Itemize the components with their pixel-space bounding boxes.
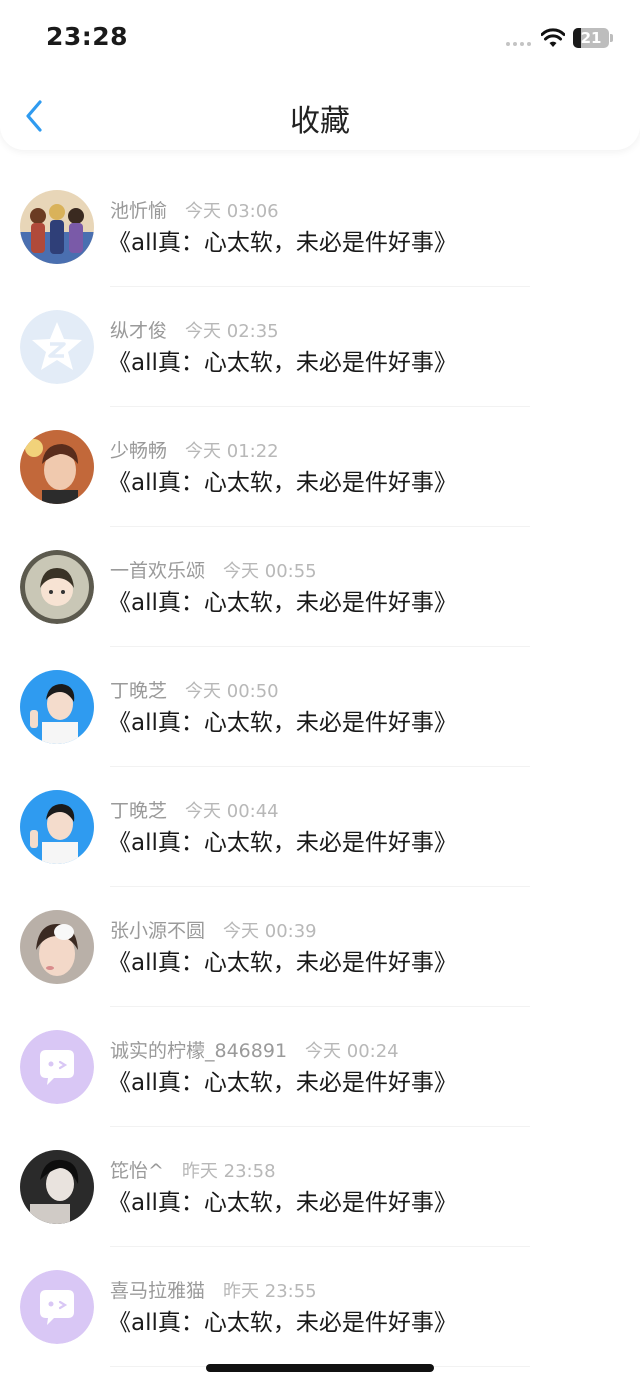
timestamp: 今天 00:50 (185, 681, 279, 702)
battery-icon: 21 (573, 28, 609, 48)
timestamp: 今天 02:35 (185, 321, 279, 342)
battery-tip (610, 34, 613, 42)
item-meta: 笓怡^ 昨天 23:58 (110, 1157, 276, 1185)
timestamp: 今天 01:22 (185, 441, 279, 462)
avatar[interactable] (20, 910, 94, 984)
list-item[interactable]: 诚实的柠檬_846891 今天 00:24 《all真：心太软，未必是件好事》 (0, 990, 640, 1127)
item-meta: 纵才俊 今天 02:35 (110, 317, 279, 345)
page-title: 收藏 (290, 104, 350, 139)
photo-avatar (20, 190, 94, 264)
user-name[interactable]: 诚实的柠檬_846891 (110, 1040, 287, 1062)
avatar[interactable] (20, 790, 94, 864)
user-name[interactable]: 一首欢乐颂 (110, 560, 205, 582)
timestamp: 今天 00:44 (185, 801, 279, 822)
list-item[interactable]: 丁晚芝 今天 00:44 《all真：心太软，未必是件好事》 (0, 750, 640, 887)
item-meta: 少畅畅 今天 01:22 (110, 437, 279, 465)
user-name[interactable]: 笓怡^ (110, 1160, 164, 1182)
favorite-title[interactable]: 《all真：心太软，未必是件好事》 (108, 707, 457, 739)
favorite-title[interactable]: 《all真：心太软，未必是件好事》 (108, 1187, 457, 1219)
user-name[interactable]: 丁晚芝 (110, 800, 167, 822)
list-item[interactable]: 笓怡^ 昨天 23:58 《all真：心太软，未必是件好事》 (0, 1110, 640, 1247)
favorite-title[interactable]: 《all真：心太软，未必是件好事》 (108, 827, 457, 859)
app-header: 23:28 21 收藏 (0, 0, 640, 150)
favorite-title[interactable]: 《all真：心太软，未必是件好事》 (108, 347, 457, 379)
list-item[interactable]: 一首欢乐颂 今天 00:55 《all真：心太软，未必是件好事》 (0, 510, 640, 647)
photo-avatar (20, 1150, 94, 1224)
home-indicator[interactable] (206, 1364, 434, 1372)
user-name[interactable]: 池忻愉 (110, 200, 167, 222)
item-meta: 一首欢乐颂 今天 00:55 (110, 557, 317, 585)
timestamp: 今天 00:55 (223, 561, 317, 582)
avatar[interactable] (20, 670, 94, 744)
item-meta: 丁晚芝 今天 00:44 (110, 797, 279, 825)
timestamp: 今天 00:39 (223, 921, 317, 942)
avatar[interactable] (20, 1030, 94, 1104)
default-avatar-icon (20, 1030, 94, 1104)
photo-avatar (20, 910, 94, 984)
photo-avatar (20, 430, 94, 504)
status-time: 23:28 (46, 22, 129, 51)
default-avatar-icon (20, 310, 94, 384)
avatar[interactable] (20, 550, 94, 624)
favorite-title[interactable]: 《all真：心太软，未必是件好事》 (108, 467, 457, 499)
list-item[interactable]: 丁晚芝 今天 00:50 《all真：心太软，未必是件好事》 (0, 630, 640, 767)
avatar[interactable] (20, 1270, 94, 1344)
wifi-icon (541, 28, 565, 47)
list-item[interactable]: 喜马拉雅猫 昨天 23:55 《all真：心太软，未必是件好事》 (0, 1230, 640, 1367)
user-name[interactable]: 少畅畅 (110, 440, 167, 462)
item-meta: 池忻愉 今天 03:06 (110, 197, 279, 225)
avatar[interactable] (20, 310, 94, 384)
avatar[interactable] (20, 430, 94, 504)
favorite-title[interactable]: 《all真：心太软，未必是件好事》 (108, 227, 457, 259)
battery-level: 21 (580, 29, 602, 47)
list-item[interactable]: 少畅畅 今天 01:22 《all真：心太软，未必是件好事》 (0, 390, 640, 527)
list-item[interactable]: 纵才俊 今天 02:35 《all真：心太软，未必是件好事》 (0, 270, 640, 407)
avatar[interactable] (20, 190, 94, 264)
favorite-title[interactable]: 《all真：心太软，未必是件好事》 (108, 1307, 457, 1339)
item-meta: 丁晚芝 今天 00:50 (110, 677, 279, 705)
timestamp: 今天 03:06 (185, 201, 279, 222)
user-name[interactable]: 纵才俊 (110, 320, 167, 342)
item-meta: 诚实的柠檬_846891 今天 00:24 (110, 1037, 399, 1065)
cartoon-avatar (20, 550, 94, 624)
timestamp: 今天 00:24 (305, 1041, 399, 1062)
item-meta: 喜马拉雅猫 昨天 23:55 (110, 1277, 317, 1305)
user-name[interactable]: 喜马拉雅猫 (110, 1280, 205, 1302)
favorite-title[interactable]: 《all真：心太软，未必是件好事》 (108, 1067, 457, 1099)
favorite-title[interactable]: 《all真：心太软，未必是件好事》 (108, 947, 457, 979)
favorite-title[interactable]: 《all真：心太软，未必是件好事》 (108, 587, 457, 619)
photo-avatar (20, 790, 94, 864)
user-name[interactable]: 丁晚芝 (110, 680, 167, 702)
avatar[interactable] (20, 1150, 94, 1224)
signal-icon (506, 42, 531, 46)
default-avatar-icon (20, 1270, 94, 1344)
item-meta: 张小源不圆 今天 00:39 (110, 917, 317, 945)
list-item[interactable]: 池忻愉 今天 03:06 《all真：心太软，未必是件好事》 (0, 150, 640, 287)
photo-avatar (20, 670, 94, 744)
timestamp: 昨天 23:58 (181, 1161, 276, 1182)
timestamp: 昨天 23:55 (223, 1281, 317, 1302)
list-item[interactable]: 张小源不圆 今天 00:39 《all真：心太软，未必是件好事》 (0, 870, 640, 1007)
user-name[interactable]: 张小源不圆 (110, 920, 205, 942)
